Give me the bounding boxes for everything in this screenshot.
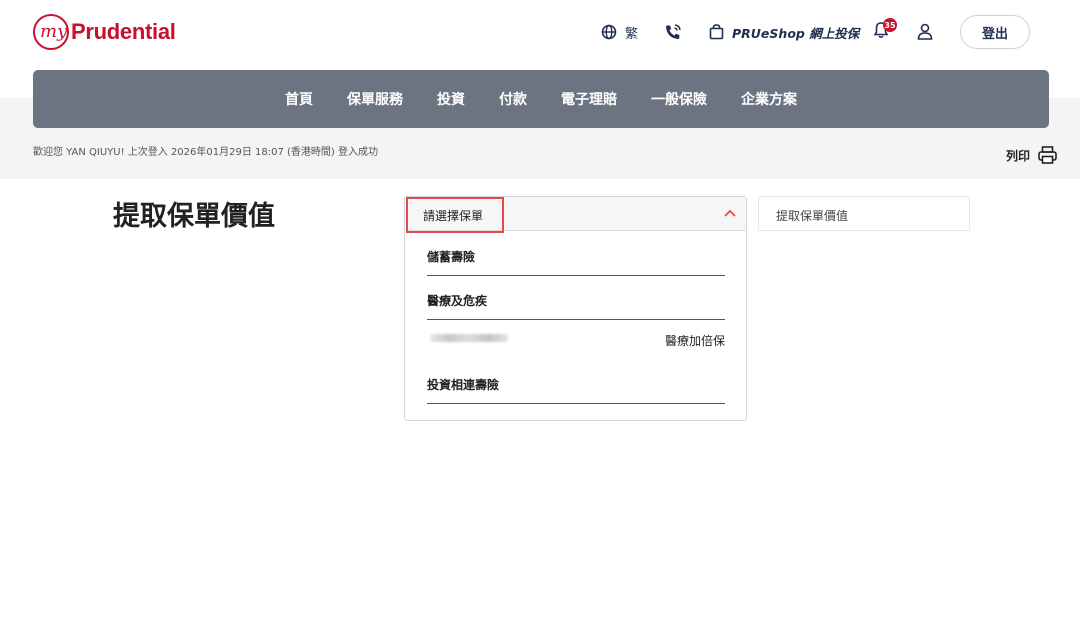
nav-item-payment[interactable]: 付款: [499, 89, 527, 109]
nav-item-investment[interactable]: 投資: [437, 89, 465, 109]
profile-button[interactable]: [917, 21, 933, 41]
highlight-box: [406, 197, 504, 233]
category-investment-linked: 投資相連壽險: [427, 364, 725, 404]
phone-icon: [666, 24, 681, 39]
logo-my: my: [40, 21, 68, 42]
logo-text: Prudential: [71, 19, 176, 44]
category-savings: 儲蓄壽險: [427, 232, 725, 276]
policy-name: 醫療加倍保: [664, 334, 725, 348]
category-label: 儲蓄壽險: [427, 250, 476, 264]
logo-circle-icon: my: [33, 14, 69, 50]
nav-item-general-insurance[interactable]: 一般保險: [651, 89, 707, 109]
prueshop-label: PRUeShop 網上投保: [732, 25, 860, 41]
policy-dropdown: 請選擇保單 儲蓄壽險 醫療及危疾 醫療加倍保 投資相連壽險: [404, 196, 747, 421]
prueshop-link[interactable]: PRUeShop 網上投保: [709, 22, 859, 42]
nav-item-eclaims[interactable]: 電子理賠: [561, 89, 617, 109]
side-step-label: 提取保單價值: [776, 209, 849, 223]
print-button[interactable]: 列印: [1006, 146, 1057, 164]
category-label: 醫療及危疾: [427, 294, 488, 308]
nav-item-policy-services[interactable]: 保單服務: [347, 89, 403, 109]
top-header: my Prudential 繁 PRUeShop 網上投保 35 登出: [0, 0, 1080, 70]
welcome-message: 歡迎您 YAN QIUYU! 上次登入 2026年01月29日 18:07 (香…: [33, 147, 378, 158]
logo[interactable]: my Prudential: [33, 14, 176, 50]
policy-option[interactable]: 醫療加倍保: [427, 320, 725, 364]
page-title: 提取保單價值: [113, 201, 275, 232]
category-label: 投資相連壽險: [427, 378, 500, 392]
contact-button[interactable]: [664, 22, 682, 42]
main-nav: 首頁 保單服務 投資 付款 電子理賠 一般保險 企業方案: [33, 70, 1049, 128]
globe-icon: [601, 24, 617, 40]
chevron-up-icon: [724, 209, 736, 217]
print-label: 列印: [1006, 148, 1031, 163]
language-label: 繁: [625, 26, 639, 42]
language-switch[interactable]: 繁: [601, 22, 638, 42]
nav-item-corporate[interactable]: 企業方案: [741, 89, 797, 109]
side-step-box: 提取保單價值: [758, 196, 970, 231]
printer-icon: [1038, 146, 1057, 164]
redacted-policy-number: [430, 334, 508, 342]
nav-item-home[interactable]: 首頁: [285, 89, 313, 109]
category-medical: 醫療及危疾: [427, 276, 725, 320]
shopping-bag-icon: [709, 24, 724, 40]
notification-count-badge: 35: [883, 18, 897, 32]
logout-button[interactable]: 登出: [960, 15, 1030, 49]
user-icon: [917, 23, 933, 40]
